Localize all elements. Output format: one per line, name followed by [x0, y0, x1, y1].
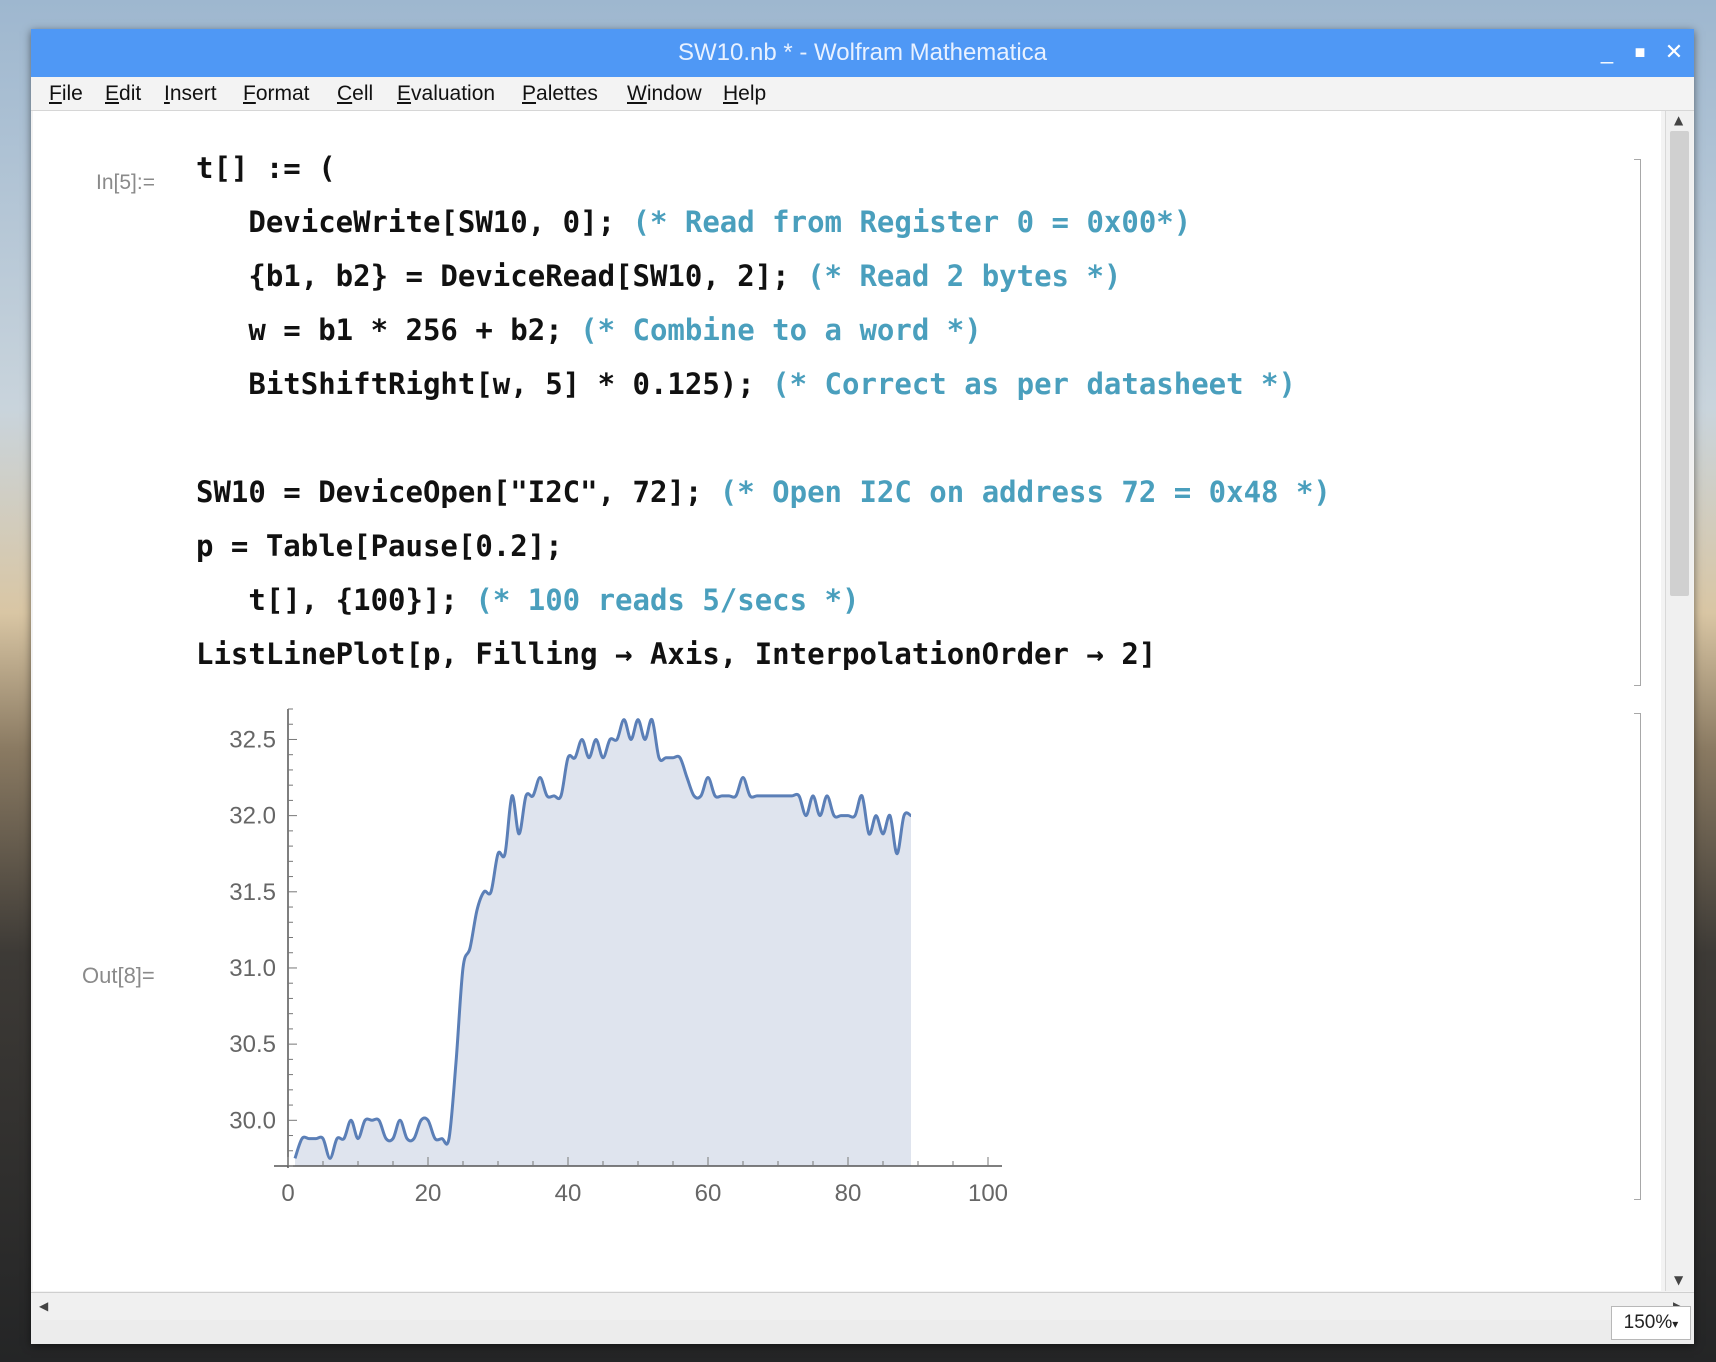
menu-file[interactable]: File — [49, 82, 83, 106]
y-tick-label: 30.5 — [229, 1031, 276, 1058]
maximize-icon[interactable]: ■ — [1625, 37, 1655, 67]
code-line-10: ListLinePlot[p, Filling → Axis, Interpol… — [196, 637, 1157, 671]
menu-evaluation[interactable]: Evaluation — [397, 82, 495, 106]
y-tick-label: 30.0 — [229, 1107, 276, 1134]
minimize-icon[interactable]: _ — [1592, 37, 1622, 67]
code-line-8: p = Table[Pause[0.2]; — [196, 529, 563, 563]
x-tick-label: 40 — [555, 1180, 582, 1207]
notebook-area[interactable]: In[5]:= t[] := ( DeviceWrite[SW10, 0]; (… — [33, 111, 1661, 1291]
menu-bar: File Edit Insert Format Cell Evaluation … — [31, 77, 1694, 111]
code-line-2: DeviceWrite[SW10, 0]; (* Read from Regis… — [196, 205, 1192, 239]
y-tick-label: 32.5 — [229, 726, 276, 753]
chart-fill-area — [295, 719, 911, 1166]
scroll-up-icon[interactable]: ▲ — [1674, 113, 1683, 127]
code-line-5: BitShiftRight[w, 5] * 0.125); (* Correct… — [196, 367, 1296, 401]
chevron-down-icon: ▾ — [1672, 1317, 1679, 1331]
close-icon[interactable]: ✕ — [1659, 37, 1689, 67]
zoom-select[interactable]: 150%▾ — [1611, 1306, 1691, 1340]
menu-edit[interactable]: Edit — [105, 82, 141, 106]
title-bar[interactable]: SW10.nb * - Wolfram Mathematica _ ■ ✕ — [31, 29, 1694, 77]
mathematica-window: SW10.nb * - Wolfram Mathematica _ ■ ✕ Fi… — [31, 29, 1694, 1344]
x-tick-label: 80 — [835, 1180, 862, 1207]
scroll-down-icon[interactable]: ▼ — [1674, 1273, 1683, 1287]
x-tick-label: 0 — [281, 1180, 294, 1207]
x-tick-label: 100 — [968, 1180, 1008, 1207]
menu-format[interactable]: Format — [243, 82, 310, 106]
y-tick-label: 31.5 — [229, 879, 276, 906]
window-title: SW10.nb * - Wolfram Mathematica — [677, 39, 1047, 66]
zoom-value: 150% — [1623, 1312, 1673, 1333]
menu-help[interactable]: Help — [723, 82, 766, 106]
menu-insert[interactable]: Insert — [164, 82, 217, 106]
code-line-9: t[], {100}]; (* 100 reads 5/secs *) — [196, 583, 860, 617]
code-line-4: w = b1 * 256 + b2; (* Combine to a word … — [196, 313, 982, 347]
code-line-7: SW10 = DeviceOpen["I2C", 72]; (* Open I2… — [196, 475, 1331, 509]
menu-window[interactable]: Window — [627, 82, 702, 106]
vertical-scroll-thumb[interactable] — [1670, 131, 1689, 596]
x-tick-label: 60 — [695, 1180, 722, 1207]
input-label: In[5]:= — [96, 171, 155, 194]
list-line-plot[interactable]: 0 20 40 60 80 100 30.0 30.5 31.0 31.5 32.0 32.5 — [153, 701, 1113, 1221]
scroll-left-icon[interactable]: ◀ — [39, 1299, 48, 1313]
input-cell-bracket[interactable] — [1634, 159, 1641, 686]
output-label: Out[8]= — [82, 963, 155, 988]
menu-palettes[interactable]: Palettes — [522, 82, 598, 106]
output-cell-bracket[interactable] — [1634, 713, 1641, 1200]
y-tick-label: 31.0 — [229, 955, 276, 982]
horizontal-scrollbar[interactable]: ◀ ▶ — [31, 1292, 1694, 1321]
menu-cell[interactable]: Cell — [337, 82, 373, 106]
y-tick-label: 32.0 — [229, 803, 276, 830]
status-bar — [31, 1320, 1694, 1344]
x-tick-label: 20 — [415, 1180, 442, 1207]
code-line-3: {b1, b2} = DeviceRead[SW10, 2]; (* Read … — [196, 259, 1122, 293]
code-line-1: t[] := ( — [196, 151, 336, 185]
vertical-scrollbar[interactable]: ▲ ▼ — [1665, 111, 1693, 1291]
